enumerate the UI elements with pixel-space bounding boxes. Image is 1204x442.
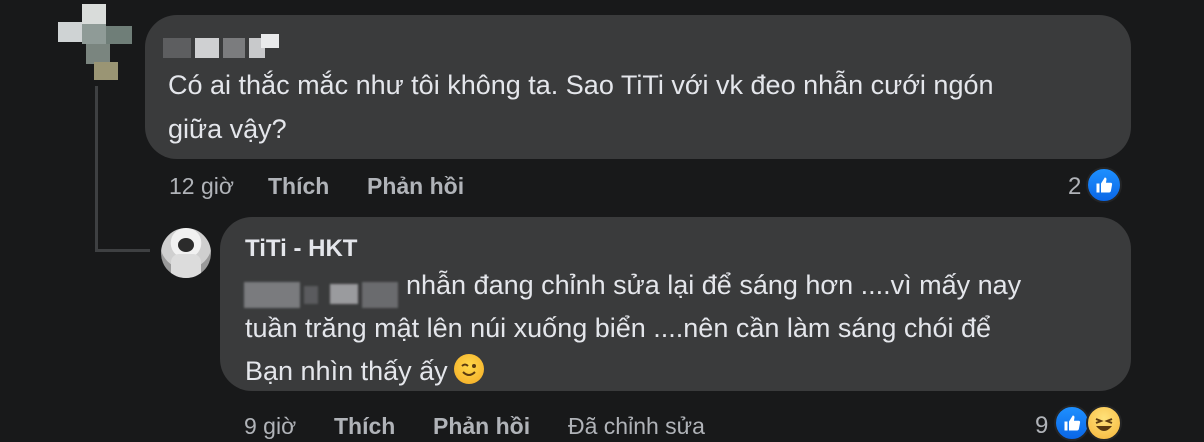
reply-mention-redacted[interactable] bbox=[304, 286, 318, 304]
reply-reaction-count[interactable]: 9 bbox=[1035, 412, 1048, 440]
reply-reply-button[interactable]: Phản hồi bbox=[433, 413, 530, 440]
reply-label: Phản hồi bbox=[433, 413, 531, 439]
reply-like-button[interactable]: Thích bbox=[334, 413, 395, 440]
reply-text-line-3-container: Bạn nhìn thấy ấy bbox=[245, 349, 484, 393]
reply-label: Phản hồi bbox=[367, 173, 465, 199]
comment-timestamp[interactable]: 12 giờ bbox=[169, 173, 234, 200]
reply-mention-redacted[interactable] bbox=[244, 282, 300, 308]
like-icon bbox=[1054, 405, 1090, 441]
reply-timestamp[interactable]: 9 giờ bbox=[244, 413, 296, 440]
comment-text-line-1: Có ai thắc mắc như tôi không ta. Sao TiT… bbox=[168, 70, 994, 100]
like-icon bbox=[1086, 167, 1122, 203]
comment-reply-button[interactable]: Phản hồi bbox=[367, 173, 464, 200]
reply-mention-redacted[interactable] bbox=[330, 284, 358, 304]
reply-author-name[interactable]: TiTi - HKT bbox=[245, 235, 357, 263]
thread-line-horizontal bbox=[95, 249, 150, 252]
haha-reaction-icon bbox=[1086, 405, 1122, 441]
comment-text-line-2: giữa vậy? bbox=[168, 114, 287, 144]
reply-text-line-3: Bạn nhìn thấy ấy bbox=[245, 356, 448, 386]
reply-text-line-1: nhẫn đang chỉnh sửa lại để sáng hơn ....… bbox=[406, 270, 1022, 300]
comment-like-button[interactable]: Thích bbox=[268, 173, 329, 200]
comment-reaction-count[interactable]: 2 bbox=[1068, 173, 1081, 201]
like-label: Thích bbox=[334, 413, 396, 439]
reply-text-line-2: tuần trăng mật lên núi xuống biển ....nê… bbox=[245, 313, 991, 343]
commenter-avatar[interactable] bbox=[58, 4, 132, 80]
thread-line-vertical bbox=[95, 86, 98, 252]
reply-mention-redacted[interactable] bbox=[362, 282, 398, 308]
like-label: Thích bbox=[268, 173, 330, 199]
wink-emoji-icon bbox=[453, 354, 484, 384]
reply-author-avatar[interactable] bbox=[161, 228, 211, 278]
edited-label: Đã chỉnh sửa bbox=[568, 413, 705, 439]
